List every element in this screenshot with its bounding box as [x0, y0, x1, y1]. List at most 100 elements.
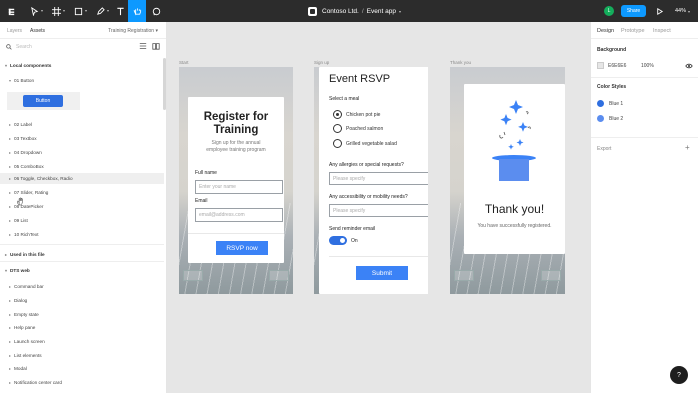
- group-dialog[interactable]: ▸ Dialog: [0, 295, 164, 306]
- divider: [0, 38, 166, 39]
- chevron-down-icon[interactable]: ▾: [63, 9, 67, 13]
- back-button[interactable]: [454, 270, 474, 281]
- chevron-right-icon: ▸: [8, 325, 11, 330]
- frame-label-thanks[interactable]: Thank you: [450, 60, 471, 65]
- tab-assets[interactable]: Assets: [30, 28, 45, 34]
- toggle-state-label: On: [351, 238, 358, 244]
- background-opacity[interactable]: 100%: [641, 63, 654, 69]
- group-dropdown[interactable]: ▸ 04 Dropdown: [0, 147, 164, 158]
- menu-icon[interactable]: [4, 0, 18, 22]
- next-button[interactable]: [541, 270, 561, 281]
- eye-icon[interactable]: [685, 62, 693, 70]
- avatar[interactable]: L: [604, 6, 614, 16]
- back-button[interactable]: [183, 270, 203, 281]
- group-launch-screen[interactable]: ▸ Launch screen: [0, 336, 164, 347]
- zoom-level[interactable]: 44% ▾: [675, 0, 690, 22]
- group-label: 04 Dropdown: [14, 150, 42, 155]
- radio-grilled-vegetable-salad[interactable]: [333, 139, 342, 148]
- group-textbox[interactable]: ▸ 03 Textbox: [0, 133, 164, 144]
- chevron-down-icon[interactable]: ▾: [399, 9, 401, 14]
- chevron-right-icon: ▸: [8, 190, 11, 195]
- search-box: [6, 42, 126, 52]
- color-style-name[interactable]: Blue 2: [609, 116, 623, 122]
- group-list-elements[interactable]: ▸ List elements: [0, 350, 164, 361]
- group-combobox[interactable]: ▸ 05 ComboBox: [0, 161, 164, 172]
- thank-you-subtitle: You have successfully registered.: [477, 223, 552, 229]
- chevron-down-icon[interactable]: ▾: [85, 9, 89, 13]
- canvas[interactable]: Start Sign up Thank you Register for Tra…: [167, 22, 590, 393]
- group-list[interactable]: ▸ 09 List: [0, 215, 164, 226]
- thank-you-title: Thank you!: [484, 202, 545, 216]
- group-datepicker[interactable]: ▸ 08 DatePicker: [0, 201, 164, 212]
- rsvp-now-button[interactable]: RSVP now: [216, 241, 268, 255]
- background-hex[interactable]: E6E6E6: [608, 63, 626, 69]
- add-export-icon[interactable]: +: [685, 143, 690, 152]
- group-help-pane[interactable]: ▸ Help pane: [0, 322, 164, 333]
- color-swatch-blue-1[interactable]: [597, 100, 604, 107]
- text-tool-icon[interactable]: [113, 0, 127, 22]
- play-icon[interactable]: [654, 0, 664, 22]
- chevron-right-icon: ▸: [8, 164, 11, 169]
- comment-icon[interactable]: [149, 0, 163, 22]
- tab-prototype[interactable]: Prototype: [621, 28, 645, 34]
- group-empty-state[interactable]: ▸ Empty state: [0, 309, 164, 320]
- component-button-preview[interactable]: Button: [7, 92, 80, 110]
- frame-label-signup[interactable]: Sign up: [314, 60, 329, 65]
- group-label: Command bar: [14, 284, 44, 289]
- page-selector[interactable]: Training Registration ▾: [108, 28, 158, 34]
- group-label: 05 ComboBox: [14, 164, 44, 169]
- color-swatch-blue-2[interactable]: [597, 115, 604, 122]
- section-used-in-file[interactable]: ▸ Used in this file: [0, 249, 164, 260]
- share-button[interactable]: Share: [621, 5, 646, 17]
- accessibility-field[interactable]: [329, 204, 428, 217]
- radio-poached-salmon[interactable]: [333, 124, 342, 133]
- name-field[interactable]: [195, 180, 283, 194]
- group-slider-rating[interactable]: ▸ 07 Slider, Rating: [0, 187, 164, 198]
- group-label-component[interactable]: ▸ 02 Label: [0, 119, 164, 130]
- frame-label-start[interactable]: Start: [179, 60, 189, 65]
- search-icon: [6, 44, 12, 50]
- group-button[interactable]: ▾ 01 Button: [0, 75, 164, 86]
- help-button[interactable]: ?: [670, 366, 688, 384]
- allergies-field[interactable]: [329, 172, 428, 185]
- group-notification-center-card[interactable]: ▸ Notification center card: [0, 377, 164, 388]
- tab-inspect[interactable]: Inspect: [653, 28, 671, 34]
- group-toggle-checkbox-radio[interactable]: ▸ 06 Toggle, Checkbox, Radio: [0, 173, 164, 184]
- radio-label: Poached salmon: [346, 126, 384, 132]
- accessibility-label: Any accessibility or mobility needs?: [329, 194, 408, 200]
- list-view-icon[interactable]: [139, 42, 147, 50]
- tab-design[interactable]: Design: [597, 28, 614, 34]
- library-icon[interactable]: [152, 42, 160, 50]
- color-style-name[interactable]: Blue 1: [609, 101, 623, 107]
- submit-button[interactable]: Submit: [356, 266, 408, 280]
- group-label: 02 Label: [14, 122, 32, 127]
- frame-start[interactable]: Register for Training Sign up for the an…: [179, 67, 293, 294]
- move-tool-icon[interactable]: [27, 0, 41, 22]
- tab-layers[interactable]: Layers: [7, 28, 22, 34]
- radio-label: Chicken pot pie: [346, 112, 381, 118]
- chevron-right-icon: ▸: [8, 204, 11, 209]
- radio-chicken-pot-pie[interactable]: [333, 110, 342, 119]
- email-field[interactable]: [195, 208, 283, 222]
- chevron-down-icon[interactable]: ▾: [41, 9, 45, 13]
- section-local-components[interactable]: ▾ Local components: [0, 60, 164, 71]
- frame-signup[interactable]: Event RSVP Select a meal Chicken pot pie…: [314, 67, 428, 294]
- chevron-down-icon[interactable]: ▾: [107, 9, 111, 13]
- frame-thanks[interactable]: Thank you! You have successfully registe…: [450, 67, 565, 294]
- group-command-bar[interactable]: ▸ Command bar: [0, 281, 164, 292]
- section-dts-web[interactable]: ▾ DTS web: [0, 265, 164, 276]
- team-name[interactable]: Contoso Ltd.: [322, 8, 359, 15]
- hand-tool-icon[interactable]: [128, 0, 146, 22]
- pen-tool-icon[interactable]: [93, 0, 107, 22]
- frame-tool-icon[interactable]: [49, 0, 63, 22]
- group-modal[interactable]: ▸ Modal: [0, 363, 164, 374]
- export-header[interactable]: Export: [597, 146, 611, 152]
- background-swatch[interactable]: [597, 62, 604, 69]
- reminder-toggle[interactable]: [329, 236, 347, 245]
- shape-tool-icon[interactable]: [71, 0, 85, 22]
- file-name[interactable]: Event app: [367, 8, 396, 15]
- group-richtext[interactable]: ▸ 10 RichText: [0, 229, 164, 240]
- next-button[interactable]: [269, 270, 289, 281]
- search-input[interactable]: [16, 44, 116, 50]
- reminder-label: Send reminder email: [329, 226, 376, 232]
